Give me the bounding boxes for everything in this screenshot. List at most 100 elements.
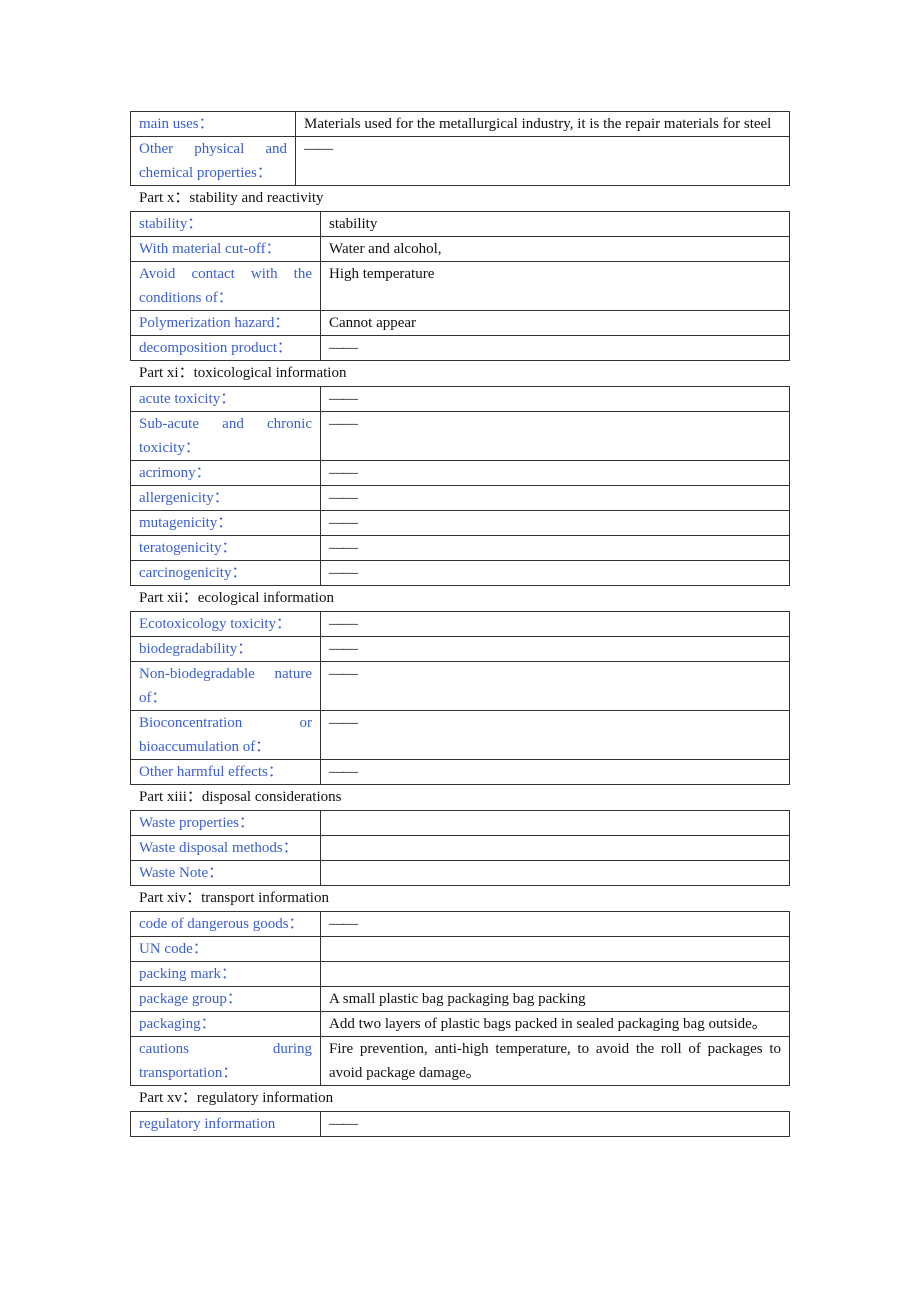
row-value [320, 961, 790, 987]
row-value: Water and alcohol, [320, 236, 790, 262]
table-row: package group： A small plastic bag packag… [130, 986, 790, 1012]
table-row: packaging： Add two layers of plastic bags… [130, 1011, 790, 1037]
row-value [320, 810, 790, 836]
row-label: Bioconcentration or bioaccumulation of： [130, 710, 321, 760]
ecological-table: Ecotoxicology toxicity： —— biodegradabili… [130, 611, 790, 785]
section-title-disposal: Part xiii：disposal considerations [139, 789, 342, 805]
row-value: Cannot appear [320, 310, 790, 336]
row-value: High temperature [320, 261, 790, 311]
row-label: With material cut-off： [130, 236, 321, 262]
row-label: Avoid contact with the conditions of： [130, 261, 321, 311]
row-label: main uses： [130, 111, 296, 137]
table-row: Ecotoxicology toxicity： —— [130, 611, 790, 637]
row-value: —— [320, 759, 790, 785]
table-row: main uses： Materials used for the metall… [130, 111, 790, 137]
table-row: Non-biodegradable nature of： —— [130, 661, 790, 711]
table-row: UN code： [130, 936, 790, 962]
row-label: Ecotoxicology toxicity： [130, 611, 321, 637]
table-row: Avoid contact with the conditions of： Hig… [130, 261, 790, 311]
table-row: Polymerization hazard： Cannot appear [130, 310, 790, 336]
table-row: teratogenicity： —— [130, 535, 790, 561]
row-value: —— [320, 460, 790, 486]
toxicological-table: acute toxicity： —— Sub-acute and chronic … [130, 386, 790, 586]
row-value [320, 860, 790, 886]
table-row: decomposition product： —— [130, 335, 790, 361]
section-title-regulatory: Part xv：regulatory information [139, 1090, 334, 1106]
row-value [320, 936, 790, 962]
disposal-table: Waste properties： Waste disposal methods… [130, 810, 790, 886]
regulatory-table: regulatory information —— [130, 1111, 790, 1137]
section-title-toxicological: Part xi：toxicological information [139, 365, 347, 381]
table-row: Waste disposal methods： [130, 835, 790, 861]
physical-properties-table: main uses： Materials used for the metall… [130, 111, 790, 186]
row-label: teratogenicity： [130, 535, 321, 561]
table-row: Waste Note： [130, 860, 790, 886]
row-label: cautions during transportation： [130, 1036, 321, 1086]
table-row: acute toxicity： —— [130, 386, 790, 412]
row-label: code of dangerous goods： [130, 911, 321, 937]
table-row: With material cut-off： Water and alcohol, [130, 236, 790, 262]
row-label: biodegradability： [130, 636, 321, 662]
row-label: Other physical and chemical properties： [130, 136, 296, 186]
row-value: —— [320, 710, 790, 760]
row-label: regulatory information [130, 1111, 321, 1137]
row-label: decomposition product： [130, 335, 321, 361]
row-value: —— [320, 386, 790, 412]
section-title-ecological: Part xii：ecological information [139, 590, 334, 606]
table-row: biodegradability： —— [130, 636, 790, 662]
row-label: packaging： [130, 1011, 321, 1037]
row-label: package group： [130, 986, 321, 1012]
table-row: Other physical and chemical properties： … [130, 136, 790, 186]
table-row: cautions during transportation： Fire prev… [130, 1036, 790, 1086]
section-title-stability: Part x：stability and reactivity [139, 190, 324, 206]
row-value: —— [320, 661, 790, 711]
table-row: allergenicity： —— [130, 485, 790, 511]
row-label: acute toxicity： [130, 386, 321, 412]
table-row: Waste properties： [130, 810, 790, 836]
row-label: UN code： [130, 936, 321, 962]
row-label: carcinogenicity： [130, 560, 321, 586]
row-value: Materials used for the metallurgical ind… [295, 111, 790, 137]
row-label: allergenicity： [130, 485, 321, 511]
row-label: Polymerization hazard： [130, 310, 321, 336]
table-row: packing mark： [130, 961, 790, 987]
row-value: —— [320, 510, 790, 536]
row-value: —— [320, 611, 790, 637]
row-label: mutagenicity： [130, 510, 321, 536]
stability-table: stability： stability With material cut-of… [130, 211, 790, 361]
row-value: —— [320, 335, 790, 361]
row-value: —— [320, 911, 790, 937]
table-row: Sub-acute and chronic toxicity： —— [130, 411, 790, 461]
row-label: acrimony： [130, 460, 321, 486]
table-row: mutagenicity： —— [130, 510, 790, 536]
row-value: Add two layers of plastic bags packed in… [320, 1011, 790, 1037]
table-row: Bioconcentration or bioaccumulation of： —… [130, 710, 790, 760]
table-row: Other harmful effects： —— [130, 759, 790, 785]
section-title-transport: Part xiv：transport information [139, 890, 329, 906]
row-value: —— [320, 1111, 790, 1137]
sds-document: main uses： Materials used for the metall… [130, 111, 790, 1137]
row-value: —— [320, 560, 790, 586]
table-row: stability： stability [130, 211, 790, 237]
row-value: A small plastic bag packaging bag packin… [320, 986, 790, 1012]
row-label: Waste properties： [130, 810, 321, 836]
row-value: —— [320, 535, 790, 561]
row-value: Fire prevention, anti-high temperature, … [320, 1036, 790, 1086]
row-label: Waste disposal methods： [130, 835, 321, 861]
transport-table: code of dangerous goods： —— UN code： pack… [130, 911, 790, 1086]
row-value [320, 835, 790, 861]
table-row: regulatory information —— [130, 1111, 790, 1137]
row-value: —— [295, 136, 790, 186]
row-label: Sub-acute and chronic toxicity： [130, 411, 321, 461]
table-row: carcinogenicity： —— [130, 560, 790, 586]
row-label: Other harmful effects： [130, 759, 321, 785]
row-label: Non-biodegradable nature of： [130, 661, 321, 711]
row-label: packing mark： [130, 961, 321, 987]
row-value: —— [320, 636, 790, 662]
row-label: Waste Note： [130, 860, 321, 886]
table-row: code of dangerous goods： —— [130, 911, 790, 937]
table-row: acrimony： —— [130, 460, 790, 486]
row-value: —— [320, 485, 790, 511]
row-label: stability： [130, 211, 321, 237]
row-value: —— [320, 411, 790, 461]
